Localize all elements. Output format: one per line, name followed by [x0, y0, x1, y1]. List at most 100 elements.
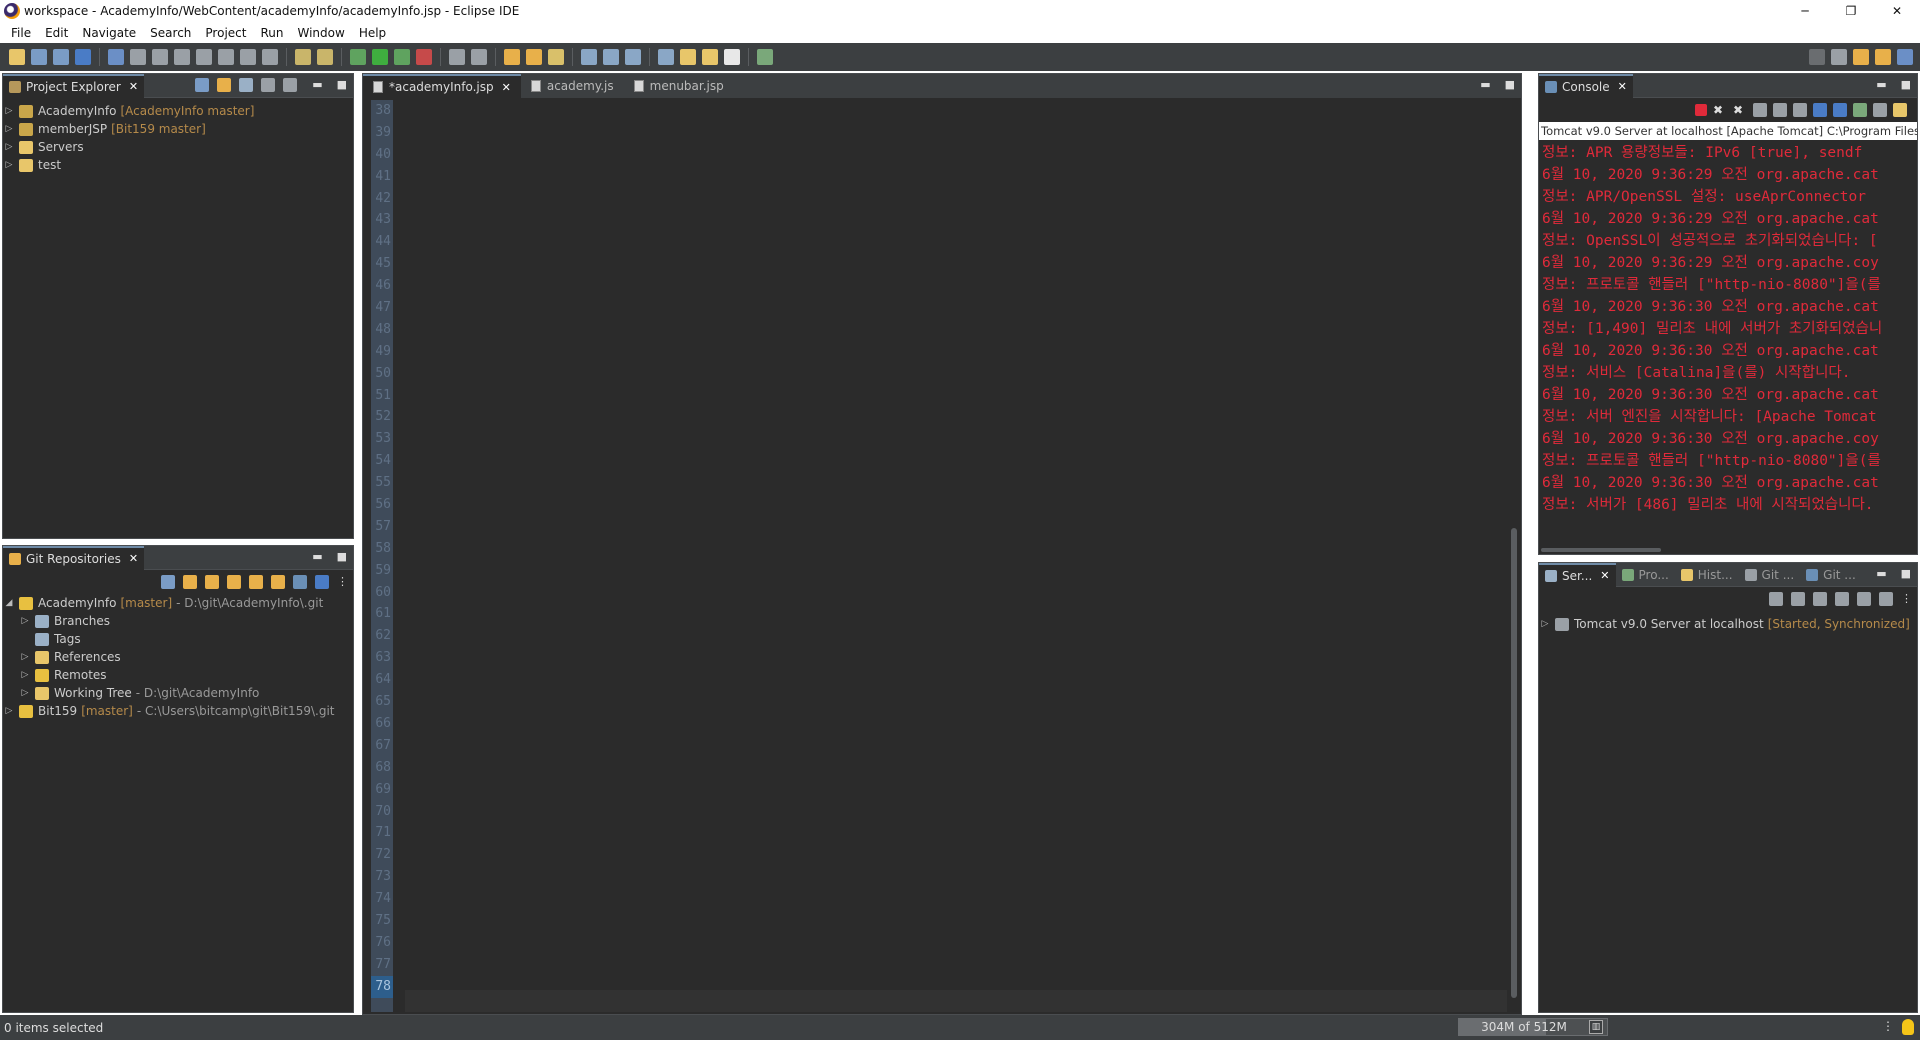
- link-with-editor-icon[interactable]: [217, 78, 231, 92]
- debug-perspective-icon[interactable]: [1897, 49, 1913, 65]
- menu-help[interactable]: Help: [352, 26, 393, 40]
- git-child-row[interactable]: ▷ Remotes: [3, 666, 353, 684]
- line-number[interactable]: 44: [371, 231, 393, 253]
- minimize-view-icon[interactable]: ▬: [312, 78, 322, 91]
- garbage-collect-icon[interactable]: ▥: [1589, 1020, 1603, 1034]
- remove-launch-icon[interactable]: ✖: [1713, 103, 1727, 117]
- line-number[interactable]: 73: [371, 866, 393, 888]
- show-on-stdout-icon[interactable]: [1813, 103, 1827, 117]
- server-row[interactable]: ▷ Tomcat v9.0 Server at localhost [Start…: [1539, 615, 1917, 633]
- expand-arrow-icon[interactable]: ▷: [1539, 619, 1551, 629]
- clone-repository-icon[interactable]: [205, 575, 219, 589]
- minimize-view-icon[interactable]: ▬: [1876, 567, 1886, 580]
- git-child-row[interactable]: ▷ References: [3, 648, 353, 666]
- line-number[interactable]: 60: [371, 582, 393, 604]
- line-number[interactable]: 65: [371, 691, 393, 713]
- word-wrap-icon[interactable]: [1793, 103, 1807, 117]
- tree-item[interactable]: ▷ test: [3, 156, 353, 174]
- publish-icon[interactable]: [1879, 592, 1893, 606]
- tab-git-staging[interactable]: Git ...: [1739, 563, 1801, 587]
- tab-servers[interactable]: Ser... ✕: [1539, 562, 1616, 587]
- line-number[interactable]: 41: [371, 166, 393, 188]
- pin-editor-icon[interactable]: [603, 49, 619, 65]
- line-number[interactable]: 75: [371, 910, 393, 932]
- minimize-view-icon[interactable]: ▬: [1876, 78, 1886, 91]
- step-into-icon[interactable]: [196, 49, 212, 65]
- restore-button[interactable]: ❐: [1828, 0, 1874, 22]
- drop-to-frame-icon[interactable]: [262, 49, 278, 65]
- display-console-icon[interactable]: [1873, 103, 1887, 117]
- maximize-view-icon[interactable]: ■: [337, 550, 347, 563]
- debug-icon[interactable]: [350, 49, 366, 65]
- console-output[interactable]: 정보: APR 용량정보들: IPv6 [true], sendf 6월 10,…: [1539, 140, 1917, 542]
- minimize-button[interactable]: ─: [1782, 0, 1828, 22]
- tab-menubar-jsp[interactable]: menubar.jsp: [624, 74, 734, 98]
- open-task-icon[interactable]: [295, 49, 311, 65]
- line-number[interactable]: 56: [371, 494, 393, 516]
- save-all-icon[interactable]: [53, 49, 69, 65]
- line-number[interactable]: 57: [371, 516, 393, 538]
- line-number[interactable]: 69: [371, 779, 393, 801]
- new-icon[interactable]: [9, 49, 25, 65]
- filter-icon[interactable]: [315, 575, 329, 589]
- show-on-stderr-icon[interactable]: [1833, 103, 1847, 117]
- quick-access-search-icon[interactable]: [1809, 49, 1825, 65]
- git-repo-row[interactable]: ◢ AcademyInfo [master] - D:\git\AcademyI…: [3, 594, 353, 612]
- line-number[interactable]: 40: [371, 144, 393, 166]
- expand-arrow-icon[interactable]: ▷: [3, 106, 15, 116]
- maximize-view-icon[interactable]: ■: [1505, 78, 1515, 91]
- tab-git-reflog[interactable]: Git ...: [1800, 563, 1862, 587]
- line-number[interactable]: 77: [371, 954, 393, 976]
- line-number[interactable]: 45: [371, 253, 393, 275]
- add-repository-icon[interactable]: [183, 575, 197, 589]
- maximize-view-icon[interactable]: ■: [1901, 78, 1911, 91]
- java-ee-perspective-icon[interactable]: [1853, 49, 1869, 65]
- maximize-view-icon[interactable]: ■: [1901, 567, 1911, 580]
- terminal-icon[interactable]: [75, 49, 91, 65]
- new-server-icon[interactable]: [449, 49, 465, 65]
- line-number[interactable]: 78: [371, 975, 393, 998]
- collapse-all-icon[interactable]: [1769, 592, 1783, 606]
- line-number[interactable]: 72: [371, 844, 393, 866]
- view-menu-icon[interactable]: ⋮: [337, 575, 348, 589]
- expand-arrow-icon[interactable]: ▷: [19, 652, 31, 662]
- close-icon[interactable]: ✕: [1600, 569, 1609, 582]
- expand-arrow-icon[interactable]: ▷: [3, 160, 15, 170]
- line-number[interactable]: 58: [371, 538, 393, 560]
- collapse-all-icon[interactable]: [161, 575, 175, 589]
- terminate-icon[interactable]: [1695, 104, 1707, 116]
- focus-icon[interactable]: [261, 78, 275, 92]
- run-icon[interactable]: [372, 49, 388, 65]
- step-return-icon[interactable]: [240, 49, 256, 65]
- forward-icon[interactable]: [724, 49, 740, 65]
- line-number[interactable]: 70: [371, 801, 393, 823]
- tab-academyinfo-jsp[interactable]: *academyInfo.jsp ✕: [363, 74, 521, 98]
- open-console-icon[interactable]: [1893, 103, 1907, 117]
- mark-occurrences-icon[interactable]: [317, 49, 333, 65]
- new-web-project-icon[interactable]: [471, 49, 487, 65]
- minimize-view-icon[interactable]: ▬: [1480, 78, 1490, 91]
- link-with-selection-icon[interactable]: [271, 575, 285, 589]
- expand-arrow-icon[interactable]: ▷: [19, 616, 31, 626]
- line-number[interactable]: 55: [371, 472, 393, 494]
- suspend-icon[interactable]: [152, 49, 168, 65]
- line-number[interactable]: 63: [371, 647, 393, 669]
- view-menu-icon[interactable]: ⋮: [1901, 592, 1912, 606]
- close-icon[interactable]: ✕: [502, 81, 511, 94]
- line-number[interactable]: 59: [371, 560, 393, 582]
- close-icon[interactable]: ✕: [1618, 80, 1627, 93]
- expand-arrow-icon[interactable]: ▷: [19, 670, 31, 680]
- code-text-area[interactable]: [405, 100, 1507, 1012]
- web-browser-icon[interactable]: [581, 49, 597, 65]
- git-child-row[interactable]: Tags: [3, 630, 353, 648]
- maximize-view-icon[interactable]: ■: [337, 78, 347, 91]
- debug-server-icon[interactable]: [1791, 592, 1805, 606]
- status-menu-icon[interactable]: ⋮: [1882, 1019, 1894, 1033]
- line-number[interactable]: 71: [371, 822, 393, 844]
- expand-arrow-icon[interactable]: ▷: [3, 142, 15, 152]
- git-child-row[interactable]: ▷ Branches: [3, 612, 353, 630]
- terminate-icon[interactable]: [174, 49, 190, 65]
- line-number[interactable]: 51: [371, 385, 393, 407]
- tab-git-repositories[interactable]: Git Repositories ✕: [3, 545, 145, 570]
- last-edit-icon[interactable]: [680, 49, 696, 65]
